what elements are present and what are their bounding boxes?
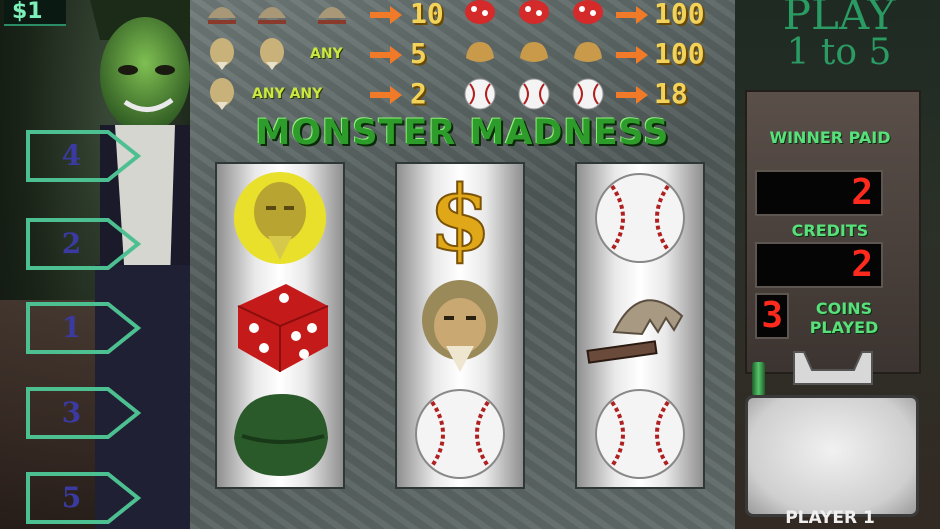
play-sign-line-1: PLAY	[782, 0, 896, 39]
arrow-right-icon	[616, 46, 648, 64]
payout-value: 10	[410, 0, 444, 30]
baseball-icon	[577, 164, 703, 272]
green-indicator-bar	[752, 362, 765, 396]
coins-played-display: 3	[755, 293, 789, 339]
play-sign-line-2: 1 to 5	[786, 32, 892, 73]
any-symbol-label: ANY	[310, 46, 343, 62]
payline-button-3[interactable]: 1	[24, 300, 142, 356]
play-sign: PLAY 1 to 5	[744, 0, 934, 86]
trap-icon	[254, 0, 290, 32]
machine-title: MONSTER MADNESS	[255, 113, 670, 153]
mushroom-icon	[570, 0, 606, 32]
baseball-icon	[397, 380, 523, 487]
bread-icon	[570, 36, 606, 72]
bet-lever-icon[interactable]	[790, 348, 876, 388]
mushroom-icon	[516, 0, 552, 32]
bigfoot-coin-icon	[217, 164, 343, 272]
arrow-right-icon	[616, 86, 648, 104]
mushroom-icon	[462, 0, 498, 32]
svg-text:$: $	[429, 168, 492, 268]
payline-number: 3	[61, 396, 82, 429]
payout-value: 18	[654, 77, 688, 110]
payout-value: 100	[654, 37, 705, 70]
payline-number: 4	[61, 139, 82, 172]
arrow-right-icon	[370, 6, 402, 24]
payline-button-1[interactable]: 4	[24, 128, 142, 184]
reel-2: $	[395, 162, 525, 489]
baseball-icon	[462, 76, 498, 112]
baseball-icon	[570, 76, 606, 112]
bread-icon	[462, 36, 498, 72]
coins-played-label: COINS PLAYED	[809, 299, 879, 337]
coin-denomination-readout: $1	[4, 0, 66, 26]
baseball-icon	[516, 76, 552, 112]
bigfoot-head-icon	[204, 76, 240, 112]
payline-number: 1	[61, 311, 82, 344]
baseball-icon	[577, 380, 703, 487]
bear-trap-icon	[577, 272, 703, 380]
arrow-right-icon	[370, 86, 402, 104]
payline-number: 5	[61, 481, 82, 514]
paytable: 10 100 ANY 5 100 ANY ANY 2 18	[190, 0, 735, 120]
payout-value: 5	[410, 37, 427, 70]
player-label: PLAYER 1	[785, 508, 875, 528]
credits-label: CREDITS	[791, 221, 869, 240]
bigfoot-head-icon	[397, 272, 523, 380]
trap-icon	[314, 0, 350, 32]
payline-number: 2	[61, 227, 82, 260]
green-helmet-icon	[217, 380, 343, 487]
arrow-right-icon	[370, 46, 402, 64]
bigfoot-head-icon	[204, 36, 240, 72]
any-symbol-label: ANY ANY	[252, 86, 323, 102]
paytable-row: ANY ANY 2 18	[190, 76, 735, 114]
payline-button-2[interactable]: 2	[24, 216, 142, 272]
paytable-row: 10 100	[190, 0, 735, 34]
paytable-row: ANY 5 100	[190, 36, 735, 74]
bigfoot-head-icon	[254, 36, 290, 72]
slot-machine: 10 100 ANY 5 100 ANY ANY 2 18 MONSTER MA…	[190, 0, 735, 529]
arrow-right-icon	[616, 6, 648, 24]
winner-paid-label: WINNER PAID	[769, 128, 891, 147]
payline-button-4[interactable]: 3	[24, 385, 142, 441]
payout-value: 100	[654, 0, 705, 30]
winner-paid-display: 2	[755, 170, 883, 216]
reel-3	[575, 162, 705, 489]
red-die-icon	[217, 272, 343, 380]
trap-icon	[204, 0, 240, 32]
payline-button-5[interactable]: 5	[24, 470, 142, 526]
bread-icon	[516, 36, 552, 72]
reel-1	[215, 162, 345, 489]
player-select-button[interactable]	[745, 395, 919, 517]
credits-display: 2	[755, 242, 883, 288]
dollar-sign-icon: $	[397, 164, 523, 272]
payout-value: 2	[410, 77, 427, 110]
